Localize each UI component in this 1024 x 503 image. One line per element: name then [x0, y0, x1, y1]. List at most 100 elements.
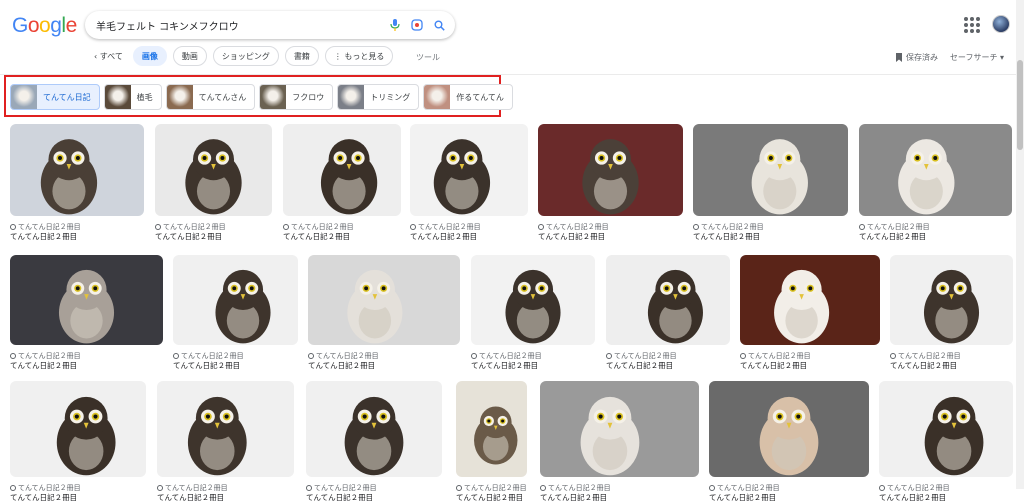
safesearch-button[interactable]: セーフサーチ ▾ — [950, 52, 1004, 63]
search-tabs: ‹ すべて 画像 動画 ショッピング 書籍 ⋮ もっと見る — [90, 46, 394, 66]
site-favicon-icon — [538, 224, 544, 230]
logo-letter: e — [65, 14, 78, 37]
related-chip[interactable]: 作るてんてん — [423, 84, 513, 110]
site-favicon-icon — [879, 485, 885, 491]
tab-5[interactable]: ⋮ もっと見る — [324, 46, 394, 66]
site-favicon-icon — [709, 485, 715, 491]
owl-thumbnail[interactable] — [157, 381, 294, 477]
site-favicon-icon — [306, 485, 312, 491]
result-title[interactable]: てんてん日記２冊目 — [890, 360, 957, 371]
owl-thumbnail[interactable] — [693, 124, 848, 216]
result-title[interactable]: てんてん日記２冊目 — [283, 231, 350, 242]
camera-lens-icon[interactable] — [409, 17, 425, 33]
owl-thumbnail[interactable] — [283, 124, 401, 216]
chip-label: てんてん日記 — [43, 92, 91, 102]
result-title[interactable]: てんてん日記２冊目 — [606, 360, 673, 371]
owl-thumbnail[interactable] — [879, 381, 1013, 477]
chip-thumbnail — [166, 85, 193, 109]
owl-thumbnail[interactable] — [456, 381, 527, 477]
search-icon[interactable] — [431, 17, 447, 33]
result-title[interactable]: てんてん日記２冊目 — [740, 360, 807, 371]
owl-thumbnail[interactable] — [540, 381, 699, 477]
apps-grid-icon[interactable] — [962, 15, 980, 33]
related-chips: てんてん日記 植毛 てんてんさん フクロウ トリミング 作るてんてん — [10, 84, 513, 110]
search-box[interactable] — [85, 11, 455, 39]
result-title[interactable]: てんてん日記２冊目 — [10, 360, 77, 371]
chip-thumbnail — [260, 85, 287, 109]
saved-label: 保存済み — [906, 53, 938, 62]
chip-thumbnail — [104, 85, 131, 109]
owl-thumbnail[interactable] — [471, 255, 595, 345]
microphone-icon[interactable] — [387, 17, 403, 33]
site-favicon-icon — [890, 353, 896, 359]
owl-thumbnail[interactable] — [890, 255, 1013, 345]
result-title[interactable]: てんてん日記２冊目 — [308, 360, 375, 371]
result-title[interactable]: てんてん日記２冊目 — [709, 492, 776, 503]
owl-thumbnail[interactable] — [10, 124, 144, 216]
result-title[interactable]: てんてん日記２冊目 — [471, 360, 538, 371]
saved-button[interactable]: 保存済み — [895, 52, 938, 63]
related-chip[interactable]: てんてん日記 — [10, 84, 100, 110]
logo-letter: o — [27, 14, 40, 37]
result-title[interactable]: てんてん日記２冊目 — [456, 492, 523, 503]
logo-letter: g — [50, 14, 62, 37]
owl-thumbnail[interactable] — [306, 381, 442, 477]
owl-thumbnail[interactable] — [308, 255, 460, 345]
site-favicon-icon — [410, 224, 416, 230]
owl-thumbnail[interactable] — [10, 381, 146, 477]
result-title[interactable]: てんてん日記２冊目 — [879, 492, 946, 503]
result-title[interactable]: てんてん日記２冊目 — [173, 360, 240, 371]
tab-1[interactable]: 画像 — [132, 46, 167, 66]
result-title[interactable]: てんてん日記２冊目 — [693, 231, 760, 242]
bookmark-icon — [896, 53, 902, 62]
owl-thumbnail[interactable] — [10, 255, 163, 345]
site-favicon-icon — [173, 353, 179, 359]
site-favicon-icon — [10, 485, 16, 491]
account-avatar[interactable] — [992, 15, 1010, 33]
result-title[interactable]: てんてん日記２冊目 — [10, 231, 77, 242]
result-title[interactable]: てんてん日記２冊目 — [155, 231, 222, 242]
result-title[interactable]: てんてん日記２冊目 — [306, 492, 373, 503]
owl-thumbnail[interactable] — [606, 255, 730, 345]
chip-thumbnail — [11, 85, 37, 109]
owl-thumbnail[interactable] — [410, 124, 528, 216]
related-chip[interactable]: トリミング — [337, 84, 420, 110]
site-favicon-icon — [540, 485, 546, 491]
related-chip[interactable]: てんてんさん — [165, 84, 256, 110]
result-title[interactable]: てんてん日記２冊目 — [538, 231, 605, 242]
site-favicon-icon — [471, 353, 477, 359]
related-chip[interactable]: フクロウ — [259, 84, 334, 110]
site-favicon-icon — [693, 224, 699, 230]
site-favicon-icon — [157, 485, 163, 491]
logo-letter: G — [12, 14, 28, 37]
scrollbar-thumb[interactable] — [1017, 60, 1023, 150]
tab-0[interactable]: ‹ すべて — [90, 46, 127, 66]
tab-2[interactable]: 動画 — [172, 46, 207, 66]
owl-thumbnail[interactable] — [173, 255, 298, 345]
tab-3[interactable]: ショッピング — [212, 46, 279, 66]
owl-thumbnail[interactable] — [538, 124, 683, 216]
chip-label: てんてんさん — [198, 92, 247, 102]
chip-thumbnail — [424, 85, 451, 109]
related-chip[interactable]: 植毛 — [103, 84, 162, 110]
result-title[interactable]: てんてん日記２冊目 — [859, 231, 926, 242]
owl-thumbnail[interactable] — [709, 381, 869, 477]
google-logo[interactable]: Google — [12, 14, 77, 38]
result-title[interactable]: てんてん日記２冊目 — [157, 492, 224, 503]
owl-thumbnail[interactable] — [740, 255, 880, 345]
site-favicon-icon — [10, 353, 16, 359]
result-title[interactable]: てんてん日記２冊目 — [540, 492, 607, 503]
result-title[interactable]: てんてん日記２冊目 — [10, 492, 77, 503]
chip-label: 作るてんてん — [456, 92, 504, 102]
tools-button[interactable]: ツール — [416, 52, 440, 63]
site-favicon-icon — [283, 224, 289, 230]
search-input[interactable] — [96, 16, 376, 34]
owl-thumbnail[interactable] — [155, 124, 272, 216]
chip-thumbnail — [338, 85, 365, 109]
scrollbar[interactable] — [1016, 0, 1024, 489]
tab-4[interactable]: 書籍 — [284, 46, 319, 66]
chip-label: トリミング — [370, 92, 411, 102]
site-favicon-icon — [155, 224, 161, 230]
owl-thumbnail[interactable] — [859, 124, 1012, 216]
result-title[interactable]: てんてん日記２冊目 — [410, 231, 477, 242]
